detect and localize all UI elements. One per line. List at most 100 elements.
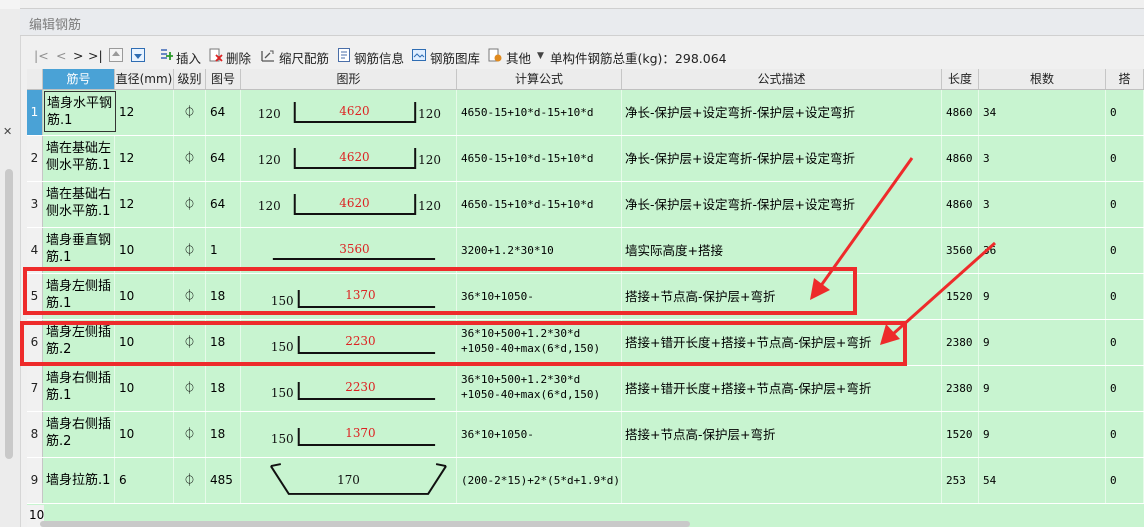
rebar-name-cell[interactable]: 墙在基础左 侧水平筋.1	[43, 136, 115, 181]
move-up-icon[interactable]	[109, 48, 123, 62]
row-number[interactable]: 8	[27, 412, 43, 457]
length-cell[interactable]: 3560	[942, 228, 979, 273]
diameter-cell[interactable]: 10	[115, 366, 174, 411]
table-row[interactable]: 2 墙在基础左 侧水平筋.1 12 ⏀ 64 120 4620 120 4650-15+10*d-…	[27, 136, 1144, 182]
grade-icon[interactable]: ⏀	[174, 412, 206, 457]
length-cell[interactable]: 4860	[942, 182, 979, 227]
count-cell[interactable]: 9	[979, 320, 1106, 365]
diameter-cell[interactable]: 12	[115, 136, 174, 181]
table-row[interactable]: 3 墙在基础右 侧水平筋.1 12 ⏀ 64 120 4620 120 4650-15+10*d-…	[27, 182, 1144, 228]
col-diameter[interactable]: 直径(mm)	[115, 69, 174, 89]
figure-no-cell[interactable]: 18	[206, 366, 241, 411]
col-name[interactable]: 筋号	[43, 69, 115, 89]
rebar-library-button[interactable]: 钢筋图库	[430, 48, 480, 67]
formula-desc-cell[interactable]: 搭接+节点高-保护层+弯折	[622, 412, 942, 457]
grade-icon[interactable]: ⏀	[174, 182, 206, 227]
table-row[interactable]: 7 墙身右侧插 筋.1 10 ⏀ 18 150 2230 36*10+500+1.2*30*d +…	[27, 366, 1144, 412]
rebar-name-cell[interactable]: 墙身右侧插 筋.1	[43, 366, 115, 411]
col-formula[interactable]: 计算公式	[457, 69, 622, 89]
rebar-info-button[interactable]: 钢筋信息	[354, 48, 404, 67]
formula-cell[interactable]: 4650-15+10*d-15+10*d	[457, 90, 622, 135]
shape-cell[interactable]: 170	[241, 458, 457, 503]
rebar-name-cell[interactable]: 墙身右侧插 筋.2	[43, 412, 115, 457]
length-cell[interactable]: 1520	[942, 274, 979, 319]
formula-cell[interactable]: 36*10+500+1.2*30*d +1050-40+max(6*d,150)	[457, 366, 622, 411]
first-record-button[interactable]: |<	[34, 48, 49, 63]
grade-icon[interactable]: ⏀	[174, 90, 206, 135]
length-cell[interactable]: 2380	[942, 320, 979, 365]
rebar-name-cell[interactable]: 墙身水平钢 筋.1	[44, 91, 116, 132]
table-row[interactable]: 8墙身右侧插筋.210⏀18150137036*10+1050-40+max(6…	[27, 412, 1144, 458]
shape-cell[interactable]: 120 4620 120	[241, 136, 457, 181]
figure-no-cell[interactable]: 64	[206, 90, 241, 135]
formula-desc-cell[interactable]	[622, 458, 942, 503]
row-number[interactable]: 7	[27, 366, 43, 411]
row-number[interactable]: 3	[27, 182, 43, 227]
count-cell[interactable]: 54	[979, 458, 1106, 503]
horizontal-scrollbar[interactable]	[40, 521, 690, 527]
grade-icon[interactable]: ⏀	[174, 458, 206, 503]
vertical-scrollbar[interactable]	[5, 169, 13, 459]
prev-record-button[interactable]: <	[56, 48, 66, 63]
formula-desc-cell[interactable]: 净长-保护层+设定弯折-保护层+设定弯折	[622, 90, 942, 135]
formula-cell[interactable]: 36*10+1050-40+max(6*d,150)	[457, 412, 622, 457]
figure-no-cell[interactable]: 64	[206, 136, 241, 181]
count-cell[interactable]: 9	[979, 274, 1106, 319]
formula-cell[interactable]: 4650-15+10*d-15+10*d	[457, 182, 622, 227]
diameter-cell[interactable]: 10	[115, 412, 174, 457]
count-cell[interactable]: 9	[979, 412, 1106, 457]
rebar-name-cell[interactable]: 墙身拉筋.1	[43, 458, 115, 503]
close-icon[interactable]: ✕	[3, 125, 12, 138]
formula-desc-cell[interactable]: 净长-保护层+设定弯折-保护层+设定弯折	[622, 136, 942, 181]
formula-desc-cell[interactable]: 净长-保护层+设定弯折-保护层+设定弯折	[622, 182, 942, 227]
extra-cell[interactable]: 0	[1106, 274, 1144, 319]
last-record-button[interactable]: >|	[88, 48, 103, 63]
col-figure-no[interactable]: 图号	[206, 69, 241, 89]
col-grade[interactable]: 级别	[174, 69, 206, 89]
row-number[interactable]: 2	[27, 136, 43, 181]
extra-cell[interactable]: 0	[1106, 366, 1144, 411]
extra-cell[interactable]: 0	[1106, 90, 1144, 135]
count-cell[interactable]: 34	[979, 90, 1106, 135]
extra-cell[interactable]: 0	[1106, 136, 1144, 181]
move-down-icon[interactable]	[131, 48, 145, 62]
grade-icon[interactable]: ⏀	[174, 136, 206, 181]
extra-cell[interactable]: 0	[1106, 228, 1144, 273]
grade-icon[interactable]: ⏀	[174, 366, 206, 411]
extra-cell[interactable]: 0	[1106, 182, 1144, 227]
diameter-cell[interactable]: 12	[115, 182, 174, 227]
col-length[interactable]: 长度	[942, 69, 979, 89]
count-cell[interactable]: 9	[979, 366, 1106, 411]
length-cell[interactable]: 1520	[942, 412, 979, 457]
figure-no-cell[interactable]: 18	[206, 412, 241, 457]
next-record-button[interactable]: >	[73, 48, 83, 63]
shape-cell[interactable]: 150 2230	[241, 366, 457, 411]
count-cell[interactable]: 3	[979, 182, 1106, 227]
col-count[interactable]: 根数	[979, 69, 1106, 89]
extra-cell[interactable]: 0	[1106, 412, 1144, 457]
col-extra[interactable]: 搭	[1106, 69, 1144, 89]
col-shape[interactable]: 图形	[241, 69, 457, 89]
count-cell[interactable]: 36	[979, 228, 1106, 273]
table-row[interactable]: 1 墙身水平钢 筋.1 12 ⏀ 64 120 4620 120 4650-15+10*d-15+…	[27, 90, 1144, 136]
length-cell[interactable]: 253	[942, 458, 979, 503]
length-cell[interactable]: 4860	[942, 90, 979, 135]
length-cell[interactable]: 4860	[942, 136, 979, 181]
col-formula-desc[interactable]: 公式描述	[622, 69, 942, 89]
figure-no-cell[interactable]: 485	[206, 458, 241, 503]
diameter-cell[interactable]: 12	[115, 90, 174, 135]
diameter-cell[interactable]: 6	[115, 458, 174, 503]
delete-button[interactable]: 删除	[226, 48, 251, 67]
scale-rebar-button[interactable]: 缩尺配筋	[279, 48, 329, 67]
formula-cell[interactable]: (200-2*15)+2*(5*d+1.9*d)	[457, 458, 622, 503]
shape-cell[interactable]: 120 4620 120	[241, 90, 457, 135]
count-cell[interactable]: 3	[979, 136, 1106, 181]
rebar-name-cell[interactable]: 墙在基础右 侧水平筋.1	[43, 182, 115, 227]
row-number[interactable]: 9	[27, 458, 43, 503]
shape-cell[interactable]: 150 1370	[241, 412, 457, 457]
table-row[interactable]: 9 墙身拉筋.1 6 ⏀ 485 170 (200-2*15)+2*(5*d+1.9*d) 2…	[27, 458, 1144, 504]
extra-cell[interactable]: 0	[1106, 320, 1144, 365]
length-cell[interactable]: 2380	[942, 366, 979, 411]
insert-button[interactable]: 插入	[176, 48, 201, 67]
shape-cell[interactable]: 120 4620 120	[241, 182, 457, 227]
